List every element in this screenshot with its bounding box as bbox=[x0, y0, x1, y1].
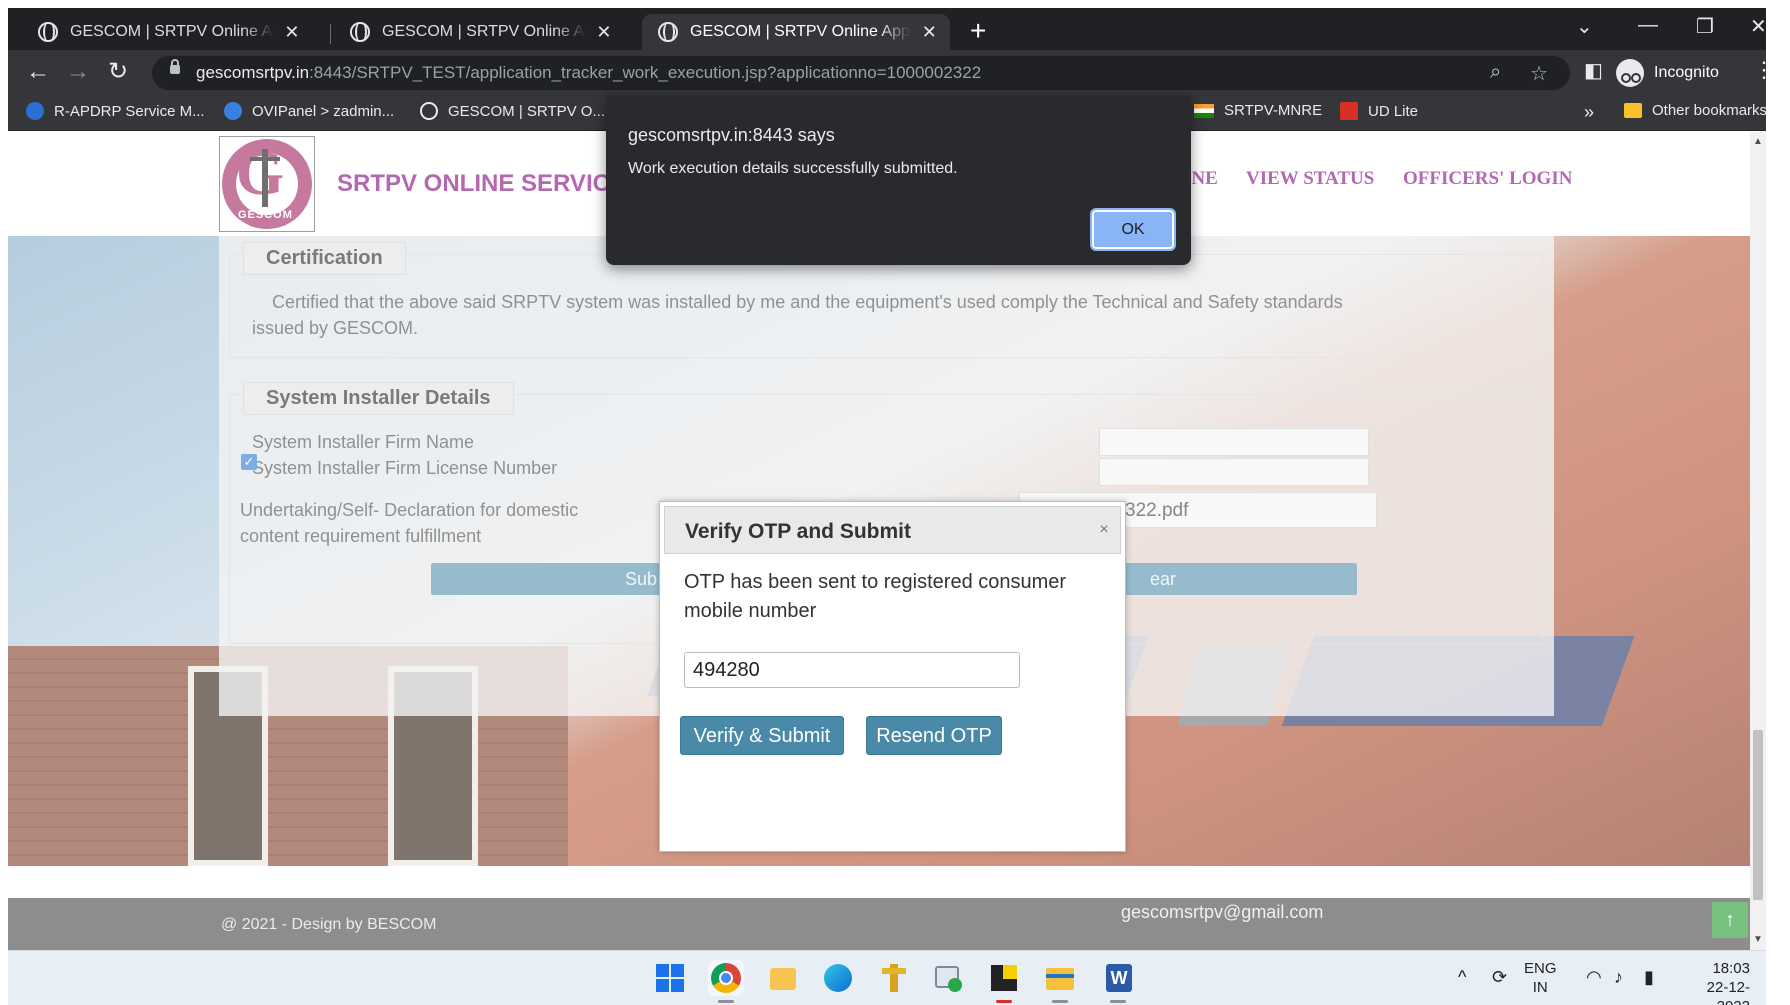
tab-title: GESCOM | SRTPV Online Applicat bbox=[690, 23, 911, 40]
app-icon[interactable] bbox=[876, 960, 912, 996]
tab-close-icon[interactable]: ✕ bbox=[284, 22, 300, 43]
bookmark-item[interactable]: SRTPV-MNRE bbox=[1194, 102, 1322, 119]
browser-toolbar: ← → ↻ gescomsrtpv.in:8443/SRTPV_TEST/app… bbox=[8, 50, 1766, 95]
resend-otp-button[interactable]: Resend OTP bbox=[866, 716, 1002, 755]
language-indicator[interactable]: ENG IN bbox=[1524, 959, 1557, 997]
zoom-icon[interactable]: ⌕ bbox=[1490, 61, 1501, 84]
otp-message: OTP has been sent to registered consumer… bbox=[684, 571, 1067, 622]
start-icon[interactable] bbox=[652, 960, 688, 996]
active-app-indicator bbox=[996, 1000, 1012, 1003]
side-panel-icon[interactable]: ◧ bbox=[1584, 58, 1603, 83]
india-flag-icon bbox=[1194, 103, 1214, 118]
bookmark-item[interactable]: UD Lite bbox=[1340, 102, 1418, 120]
new-tab-button[interactable]: + bbox=[970, 16, 986, 46]
more-bookmarks-icon[interactable]: » bbox=[1584, 102, 1594, 123]
sync-icon[interactable]: ⟳ bbox=[1492, 967, 1507, 988]
scrollbar-thumb[interactable] bbox=[1753, 730, 1763, 900]
address-bar[interactable]: gescomsrtpv.in:8443/SRTPV_TEST/applicati… bbox=[152, 56, 1570, 90]
incognito-icon bbox=[1616, 59, 1644, 87]
minimize-icon[interactable]: — bbox=[1638, 14, 1658, 37]
chevron-up-icon[interactable]: ^ bbox=[1458, 967, 1466, 988]
tab-title: GESCOM | SRTPV Online Applicat bbox=[70, 23, 274, 40]
chrome-icon[interactable] bbox=[708, 960, 744, 996]
active-app-indicator bbox=[718, 1000, 734, 1003]
incognito-label: Incognito bbox=[1654, 64, 1719, 81]
otp-dialog: Verify OTP and Submit × OTP has been sen… bbox=[659, 501, 1126, 852]
bookmark-favicon-icon bbox=[224, 102, 242, 120]
bookmark-item[interactable]: GESCOM | SRTPV O... bbox=[420, 102, 605, 120]
kebab-menu-icon[interactable]: ⋮ bbox=[1753, 57, 1766, 83]
tab-strip: GESCOM | SRTPV Online Applicat ✕ GESCOM … bbox=[8, 8, 1766, 50]
other-bookmarks[interactable]: Other bookmarks bbox=[1624, 102, 1766, 119]
globe-icon bbox=[658, 22, 678, 42]
verify-submit-button[interactable]: Verify & Submit bbox=[680, 716, 844, 755]
close-window-icon[interactable]: ✕ bbox=[1750, 14, 1766, 39]
windows-taskbar: W ^ ⟳ ENG IN ◠ ♪ ▮ 18:03 22-12-2022 bbox=[8, 950, 1766, 1005]
alert-ok-button[interactable]: OK bbox=[1090, 208, 1176, 251]
bookmark-star-icon[interactable]: ☆ bbox=[1530, 61, 1548, 86]
globe-icon bbox=[38, 22, 58, 42]
tab-title: GESCOM | SRTPV Online Applicat bbox=[382, 23, 586, 40]
lock-icon[interactable] bbox=[170, 59, 180, 74]
close-icon[interactable]: × bbox=[1095, 521, 1113, 539]
alert-origin: gescomsrtpv.in:8443 says bbox=[628, 125, 835, 145]
bookmark-favicon-icon bbox=[26, 102, 44, 120]
clock[interactable]: 18:03 22-12-2022 bbox=[1688, 959, 1750, 1005]
restore-icon[interactable]: ❐ bbox=[1696, 14, 1714, 39]
tab-search-icon[interactable]: ⌄ bbox=[1576, 14, 1593, 39]
tab-close-icon[interactable]: ✕ bbox=[921, 22, 938, 43]
bookmark-item[interactable]: R-APDRP Service M... bbox=[26, 102, 205, 120]
browser-tab-active[interactable]: GESCOM | SRTPV Online Applicat ✕ bbox=[642, 14, 950, 50]
tab-separator bbox=[330, 24, 331, 44]
active-app-indicator bbox=[1110, 1000, 1126, 1003]
page-scrollbar[interactable]: ▲ ▼ bbox=[1750, 132, 1766, 950]
media-player-icon[interactable] bbox=[930, 960, 966, 996]
word-icon[interactable]: W bbox=[1100, 960, 1136, 996]
browser-tab-1[interactable]: GESCOM | SRTPV Online Applicat ✕ bbox=[22, 14, 312, 50]
globe-icon bbox=[350, 22, 370, 42]
folder-icon bbox=[1624, 103, 1642, 118]
otp-input[interactable] bbox=[684, 652, 1020, 688]
globe-icon bbox=[420, 102, 438, 120]
bookmark-item[interactable]: OVIPanel > zadmin... bbox=[224, 102, 394, 120]
reload-icon[interactable]: ↻ bbox=[108, 58, 128, 86]
volume-icon[interactable]: ♪ bbox=[1614, 967, 1623, 988]
url-text[interactable]: gescomsrtpv.in:8443/SRTPV_TEST/applicati… bbox=[196, 63, 981, 83]
incognito-badge[interactable]: Incognito bbox=[1616, 55, 1719, 91]
active-app-indicator bbox=[1052, 1000, 1068, 1003]
battery-icon[interactable]: ▮ bbox=[1644, 967, 1654, 988]
tab-close-icon[interactable]: ✕ bbox=[596, 22, 612, 43]
js-alert-dialog: gescomsrtpv.in:8443 says Work execution … bbox=[606, 95, 1191, 265]
scroll-down-icon[interactable]: ▼ bbox=[1753, 934, 1763, 945]
browser-tab-2[interactable]: GESCOM | SRTPV Online Applicat ✕ bbox=[334, 14, 624, 50]
back-icon[interactable]: ← bbox=[26, 58, 50, 86]
sticky-notes-icon[interactable] bbox=[986, 960, 1022, 996]
forward-icon[interactable]: → bbox=[66, 58, 90, 86]
scroll-up-icon[interactable]: ▲ bbox=[1753, 136, 1763, 147]
otp-dialog-header: Verify OTP and Submit × bbox=[664, 506, 1121, 554]
screen: GESCOM | SRTPV Online Applicat ✕ GESCOM … bbox=[8, 8, 1766, 1005]
alert-message: Work execution details successfully subm… bbox=[628, 160, 958, 177]
otp-dialog-title: Verify OTP and Submit bbox=[685, 520, 911, 543]
photos-icon[interactable] bbox=[764, 960, 800, 996]
bookmark-favicon-icon bbox=[1340, 102, 1358, 120]
file-explorer-icon[interactable] bbox=[1042, 960, 1078, 996]
edge-icon[interactable] bbox=[820, 960, 856, 996]
wifi-icon[interactable]: ◠ bbox=[1586, 967, 1602, 988]
